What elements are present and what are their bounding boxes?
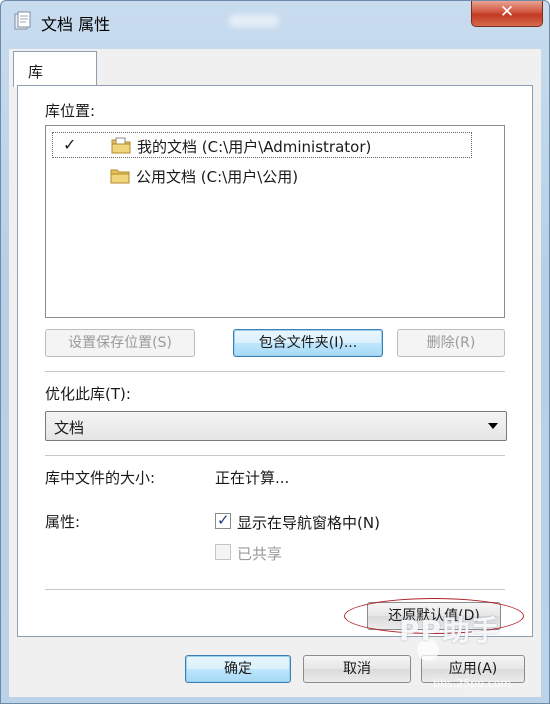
cancel-button[interactable]: 取消 xyxy=(303,655,411,683)
location-path: 我的文档 (C:\用户\Administrator) xyxy=(137,138,372,156)
library-size-value: 正在计算... xyxy=(215,469,290,487)
shared-label: 已共享 xyxy=(237,545,283,563)
title-blur-region xyxy=(229,15,279,27)
divider xyxy=(45,371,505,372)
tab-library-label: 库 xyxy=(28,63,44,81)
optimize-library-select[interactable]: 文档 xyxy=(45,411,507,441)
remove-button[interactable]: 删除(R) xyxy=(397,329,505,357)
optimize-library-label: 优化此库(T): xyxy=(45,385,131,403)
close-button[interactable]: ✕ xyxy=(471,1,543,27)
location-path: 公用文档 (C:\用户\公用) xyxy=(136,168,299,186)
list-item[interactable]: ✓ 我的文档 (C:\用户\Administrator) xyxy=(52,132,472,158)
list-item[interactable]: 公用文档 (C:\用户\公用) xyxy=(52,163,472,189)
show-in-nav-checkbox[interactable] xyxy=(215,511,231,529)
divider xyxy=(45,589,505,590)
library-size-label: 库中文件的大小: xyxy=(45,469,156,487)
close-icon: ✕ xyxy=(499,2,515,22)
attributes-label: 属性: xyxy=(45,513,81,531)
chevron-down-icon xyxy=(488,423,498,429)
title-bar[interactable]: 文档 属性 ✕ xyxy=(1,1,549,41)
include-folder-button[interactable]: 包含文件夹(I)... xyxy=(233,329,383,357)
library-icon xyxy=(14,11,31,30)
divider xyxy=(45,455,505,456)
window-title: 文档 属性 xyxy=(41,15,111,34)
show-in-nav-label[interactable]: 显示在导航窗格中(N) xyxy=(237,512,380,533)
set-save-location-button[interactable]: 设置保存位置(S) xyxy=(45,329,195,357)
optimize-library-value: 文档 xyxy=(54,419,85,437)
watermark-url: bbs.25pp.com xyxy=(433,677,512,690)
ok-button[interactable]: 确定 xyxy=(185,655,291,683)
watermark-text: PP助手 xyxy=(399,614,501,647)
library-locations-list[interactable]: ✓ 我的文档 (C:\用户\Administrator) 公用文档 (C:\用户… xyxy=(45,125,505,318)
tab-library[interactable]: 库 xyxy=(13,51,97,87)
library-locations-label: 库位置: xyxy=(45,102,96,120)
shared-checkbox[interactable] xyxy=(215,544,231,560)
document-folder-icon xyxy=(111,137,131,154)
default-save-check-icon: ✓ xyxy=(63,135,77,154)
properties-window: 文档 属性 ✕ 库 库位置: ✓ 我的文档 (C:\用户\Administrat… xyxy=(0,0,550,704)
folder-icon xyxy=(110,169,130,184)
